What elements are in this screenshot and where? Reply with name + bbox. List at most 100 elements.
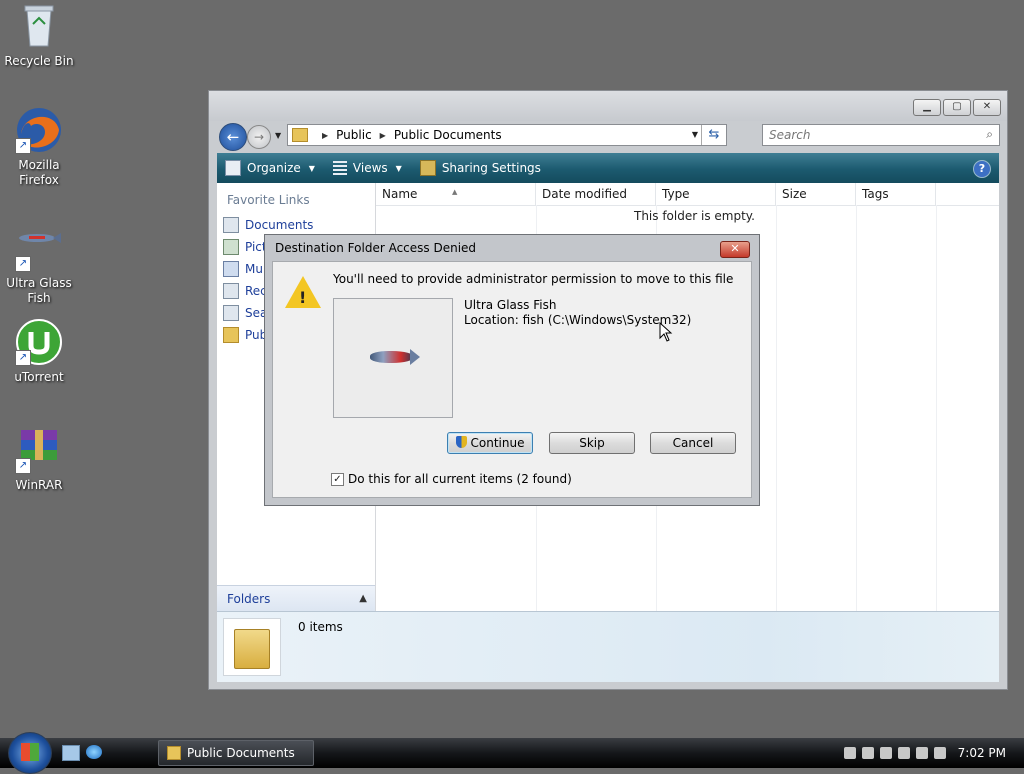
show-desktop-icon[interactable]: [62, 745, 80, 761]
uac-shield-icon: [455, 436, 467, 448]
folders-label: Folders: [227, 592, 271, 606]
search-placeholder: Search: [769, 128, 811, 142]
folders-toggle[interactable]: Folders ▲: [217, 585, 375, 611]
shortcut-arrow-icon: ↗: [15, 350, 31, 366]
continue-button[interactable]: Continue: [447, 432, 533, 454]
column-header-date-modified[interactable]: Date modified: [536, 183, 656, 205]
desktop-icon-recycle-bin[interactable]: Recycle Bin: [1, 2, 77, 69]
desktop-icon-utorrent[interactable]: ↗ uTorrent: [1, 318, 77, 385]
dialog-close-button[interactable]: ✕: [720, 241, 750, 258]
favorite-link-recently-changed[interactable]: Rec: [223, 283, 267, 299]
file-name: Ultra Glass Fish: [464, 298, 557, 312]
volume-icon[interactable]: [934, 747, 946, 759]
item-count: 0 items: [298, 620, 343, 634]
column-header-label: Name: [382, 187, 418, 201]
search-folder-icon: [223, 305, 239, 321]
organize-label: Organize: [247, 161, 301, 175]
desktop-icon-ultra-glass-fish[interactable]: ↗ Ultra Glass Fish: [1, 224, 77, 306]
skip-label: Skip: [579, 436, 605, 450]
address-row: ← → ▼ ▶ Public ▶ Public Documents ▼ ⇆ Se…: [217, 121, 1000, 151]
dialog-body: ! You'll need to provide administrator p…: [272, 261, 752, 498]
fish-icon: ↗: [15, 224, 63, 272]
help-icon[interactable]: ?: [973, 160, 991, 178]
desktop-icon-label: WinRAR: [15, 478, 63, 492]
sharing-settings-button[interactable]: Sharing Settings: [419, 160, 541, 176]
recycle-bin-icon: [15, 2, 63, 50]
address-dropdown-icon[interactable]: ▼: [692, 125, 698, 145]
favorite-link-searches[interactable]: Sea: [223, 305, 267, 321]
recent-icon: [223, 283, 239, 299]
breadcrumb-public-documents[interactable]: Public Documents: [394, 128, 502, 142]
breadcrumb-public[interactable]: Public: [336, 128, 372, 142]
chevron-up-icon: ▲: [359, 593, 367, 604]
favorite-link-label: Documents: [245, 218, 314, 232]
close-button[interactable]: ✕: [973, 99, 1001, 116]
details-pane: 0 items: [217, 611, 999, 682]
column-header-label: Size: [782, 187, 807, 201]
column-divider: [856, 205, 857, 611]
skip-button[interactable]: Skip: [549, 432, 635, 454]
column-header-type[interactable]: Type: [656, 183, 776, 205]
cancel-label: Cancel: [672, 436, 714, 450]
forward-button[interactable]: →: [247, 125, 271, 149]
internet-explorer-icon[interactable]: [86, 745, 102, 759]
apply-to-all-checkbox[interactable]: ✓: [331, 472, 344, 486]
favorite-link-pictures[interactable]: Pict: [223, 239, 267, 255]
clock-icon[interactable]: [844, 747, 856, 759]
column-divider: [936, 205, 937, 611]
search-icon[interactable]: ⌕: [986, 127, 993, 142]
file-info: Ultra Glass Fish Location: fish (C:\Wind…: [464, 298, 691, 328]
cancel-button[interactable]: Cancel: [650, 432, 736, 454]
windows-icon[interactable]: [862, 747, 874, 759]
fish-tail: [410, 349, 420, 365]
search-input[interactable]: Search ⌕: [762, 124, 1000, 146]
chevron-right-icon[interactable]: ▶: [322, 131, 328, 140]
display-icon[interactable]: [916, 747, 928, 759]
sharing-icon: [419, 160, 436, 176]
dialog-message: You'll need to provide administrator per…: [333, 272, 734, 286]
window-frame: [209, 91, 1007, 121]
column-header-label: Date modified: [542, 187, 628, 201]
back-button[interactable]: ←: [219, 123, 247, 151]
file-thumbnail: [333, 298, 453, 418]
column-divider: [776, 205, 777, 611]
maximize-button[interactable]: ▢: [943, 99, 971, 116]
folder-icon: [292, 128, 308, 142]
column-headers: ▲ Name Date modified Type Size Tags: [376, 183, 999, 206]
shortcut-arrow-icon: ↗: [15, 256, 31, 272]
favorite-link-documents[interactable]: Documents: [223, 217, 313, 233]
favorite-link-music[interactable]: Mu: [223, 261, 263, 277]
continue-label: Continue: [470, 436, 525, 450]
desktop-icon-firefox[interactable]: ↗ Mozilla Firefox: [1, 106, 77, 188]
chevron-right-icon[interactable]: ▶: [380, 131, 386, 140]
empty-folder-message: This folder is empty.: [634, 209, 755, 223]
minimize-button[interactable]: ▁: [913, 99, 941, 116]
file-location: Location: fish (C:\Windows\System32): [464, 313, 692, 327]
favorite-links-title: Favorite Links: [227, 193, 310, 207]
favorite-link-public[interactable]: Pub: [223, 327, 267, 343]
folder-icon: [223, 618, 281, 676]
views-icon: [332, 161, 347, 175]
taskbar: Public Documents 7:02 PM: [0, 732, 1024, 774]
taskbar-button-public-documents[interactable]: Public Documents: [158, 740, 314, 766]
apply-to-all-label[interactable]: Do this for all current items (2 found): [348, 472, 572, 486]
refresh-icon[interactable]: ⇆: [701, 125, 726, 145]
safely-remove-icon[interactable]: [880, 747, 892, 759]
desktop-icon-winrar[interactable]: ↗ WinRAR: [1, 426, 77, 493]
shortcut-arrow-icon: ↗: [15, 138, 31, 154]
recent-pages-dropdown[interactable]: ▼: [275, 131, 281, 140]
organize-button[interactable]: Organize ▼: [225, 160, 315, 176]
address-bar[interactable]: ▶ Public ▶ Public Documents ▼ ⇆: [287, 124, 727, 146]
views-button[interactable]: Views ▼: [332, 161, 402, 175]
clock[interactable]: 7:02 PM: [958, 746, 1006, 760]
views-label: Views: [352, 161, 388, 175]
column-header-size[interactable]: Size: [776, 183, 856, 205]
pictures-icon: [223, 239, 239, 255]
network-icon[interactable]: [898, 747, 910, 759]
column-header-tags[interactable]: Tags: [856, 183, 936, 205]
firefox-icon: ↗: [15, 106, 63, 154]
column-header-label: Tags: [862, 187, 889, 201]
sharing-label: Sharing Settings: [441, 161, 541, 175]
chevron-down-icon: ▼: [308, 163, 315, 173]
column-header-name[interactable]: ▲ Name: [376, 183, 536, 205]
